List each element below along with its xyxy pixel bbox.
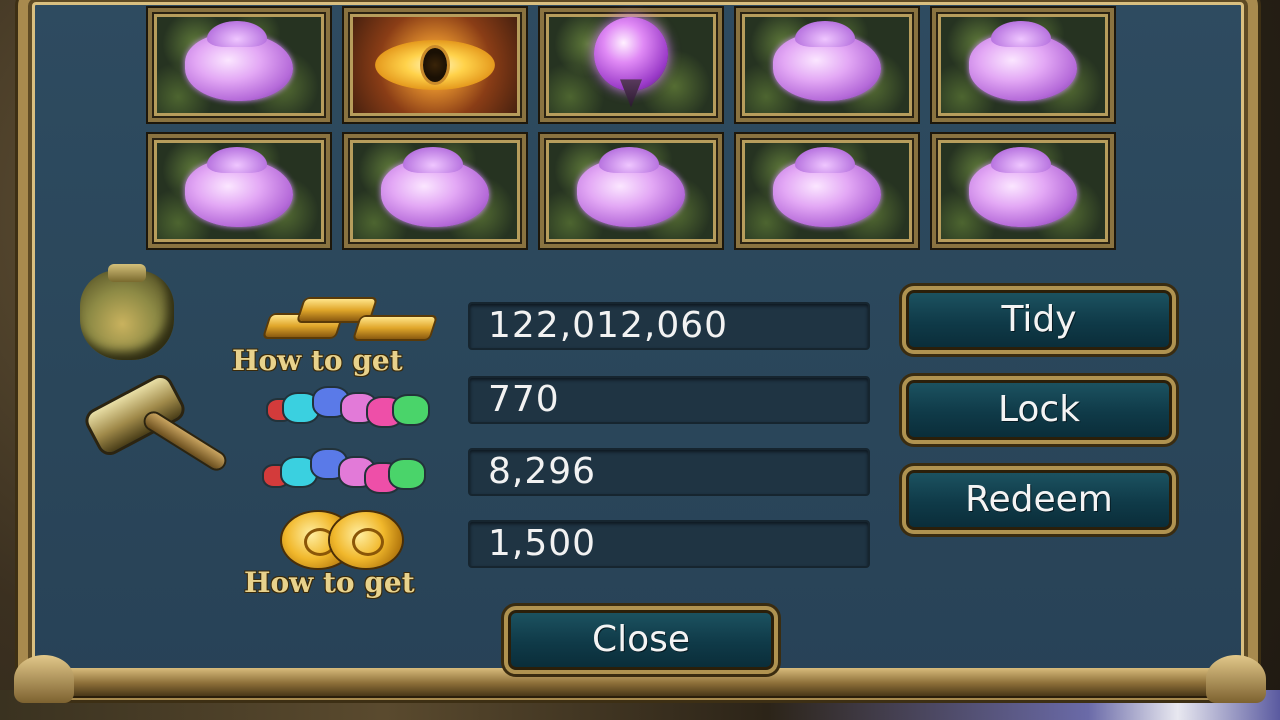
money-bag-icon bbox=[80, 264, 174, 360]
purple-crystal-icon bbox=[185, 21, 293, 102]
coins-how-to-get-link[interactable]: How to get bbox=[244, 566, 415, 599]
coin bbox=[330, 512, 402, 568]
gold-how-to-get-link[interactable]: How to get bbox=[232, 344, 403, 377]
inventory-slot[interactable] bbox=[932, 134, 1114, 248]
gold-ingots-icon bbox=[262, 295, 438, 343]
inventory-slot[interactable] bbox=[736, 8, 918, 122]
inventory-slot[interactable] bbox=[540, 8, 722, 122]
gem-piece bbox=[390, 460, 424, 488]
gold-coins-icon bbox=[282, 512, 412, 572]
gems-b-amount-field: 8,296 bbox=[468, 448, 870, 496]
inventory-slot[interactable] bbox=[148, 134, 330, 248]
gems-a-amount-field: 770 bbox=[468, 376, 870, 424]
tidy-button[interactable]: Tidy bbox=[902, 286, 1176, 354]
ingot bbox=[354, 317, 436, 339]
purple-crystal-icon bbox=[773, 147, 881, 228]
purple-crystal-icon bbox=[969, 21, 1077, 102]
gem-piece bbox=[394, 396, 428, 424]
inventory-slot[interactable] bbox=[148, 8, 330, 122]
hammer-head bbox=[84, 374, 186, 456]
inventory-grid bbox=[148, 8, 1116, 252]
inventory-slot[interactable] bbox=[932, 8, 1114, 122]
gem-piece bbox=[284, 394, 318, 422]
coins-amount-field: 1,500 bbox=[468, 520, 870, 568]
close-button[interactable]: Close bbox=[504, 606, 778, 674]
redeem-button[interactable]: Redeem bbox=[902, 466, 1176, 534]
gem-piece bbox=[282, 458, 316, 486]
inventory-slot[interactable] bbox=[344, 134, 526, 248]
golden-eye-icon bbox=[375, 40, 495, 90]
purple-crystal-icon bbox=[773, 21, 881, 102]
purple-crystal-icon bbox=[577, 147, 685, 228]
purple-crystal-icon bbox=[969, 147, 1077, 228]
inventory-slot[interactable] bbox=[344, 8, 526, 122]
purple-crystal-icon bbox=[185, 147, 293, 228]
panel-corner-right bbox=[1206, 655, 1266, 703]
gem-pile-icon bbox=[264, 450, 426, 496]
gem-pile-icon bbox=[268, 386, 430, 432]
hammer-handle bbox=[142, 410, 228, 472]
inventory-slot[interactable] bbox=[540, 134, 722, 248]
hammer-icon bbox=[70, 374, 230, 485]
gold-amount-field: 122,012,060 bbox=[468, 302, 870, 350]
lock-button[interactable]: Lock bbox=[902, 376, 1176, 444]
panel-corner-left bbox=[14, 655, 74, 703]
purple-orb-icon bbox=[594, 17, 668, 92]
inventory-slot[interactable] bbox=[736, 134, 918, 248]
purple-crystal-icon bbox=[381, 147, 489, 228]
